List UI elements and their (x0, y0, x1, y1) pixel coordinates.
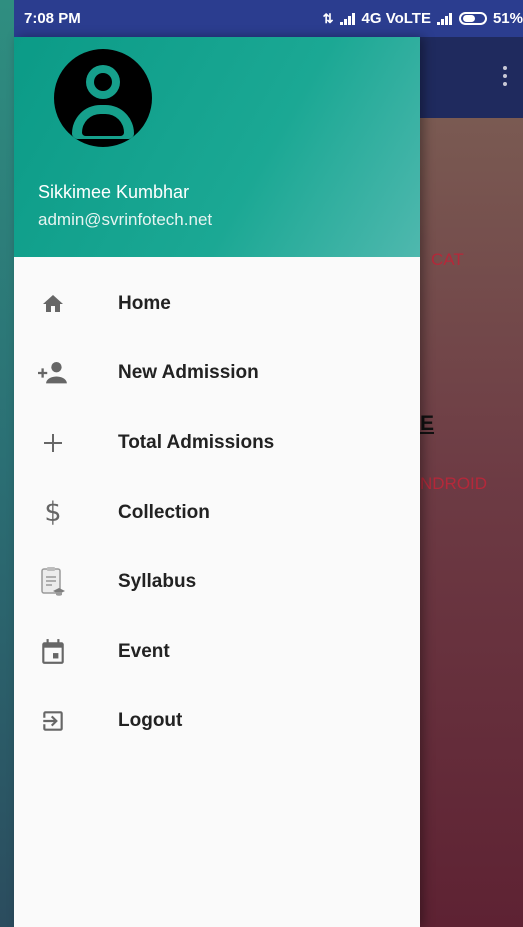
background-text-e: E (420, 412, 435, 435)
drawer-menu: Home New Admission Total Admissions $ Co… (14, 257, 420, 756)
add-person-icon (38, 358, 68, 388)
menu-item-total-admissions[interactable]: Total Admissions (14, 408, 420, 478)
home-icon (38, 289, 68, 319)
battery-icon (458, 12, 487, 25)
logout-icon (38, 706, 68, 736)
menu-item-collection[interactable]: $ Collection (14, 478, 420, 548)
menu-item-label: New Admission (118, 362, 259, 384)
menu-item-label: Event (118, 640, 170, 662)
dollar-icon: $ (44, 497, 62, 529)
navigation-drawer: Sikkimee Kumbhar admin@svrinfotech.net H… (14, 37, 420, 927)
menu-item-label: Total Admissions (118, 431, 275, 453)
background-text-cat: CAT (431, 250, 464, 269)
menu-item-new-admission[interactable]: New Admission (14, 339, 420, 409)
menu-item-event[interactable]: Event (14, 617, 420, 687)
status-indicators: ⇅ 4G VoLTE 51% (323, 10, 523, 27)
user-email: admin@svrinfotech.net (38, 210, 213, 229)
calendar-icon (38, 637, 68, 667)
avatar[interactable] (54, 49, 152, 147)
signal-icon-2 (436, 12, 453, 25)
menu-item-logout[interactable]: Logout (14, 687, 420, 757)
background-text-android: NDROID (420, 474, 488, 493)
data-transfer-icon: ⇅ (322, 10, 334, 26)
signal-icon (339, 12, 356, 25)
network-type: 4G VoLTE (361, 10, 431, 27)
battery-percent: 51% (492, 10, 523, 27)
drawer-header: Sikkimee Kumbhar admin@svrinfotech.net (14, 37, 420, 257)
status-bar: 7:08 PM ⇅ 4G VoLTE 51% (14, 0, 523, 37)
menu-item-label: Logout (118, 710, 183, 732)
syllabus-icon (38, 567, 68, 597)
screen-edge (0, 0, 14, 927)
menu-item-label: Syllabus (118, 571, 197, 593)
overflow-menu-icon[interactable] (503, 66, 507, 90)
plus-icon (38, 428, 68, 458)
status-time: 7:08 PM (24, 10, 81, 27)
menu-item-home[interactable]: Home (14, 269, 420, 339)
menu-item-syllabus[interactable]: Syllabus (14, 547, 420, 617)
menu-item-label: Collection (118, 501, 210, 523)
user-name: Sikkimee Kumbhar (38, 182, 190, 202)
menu-item-label: Home (118, 292, 171, 314)
